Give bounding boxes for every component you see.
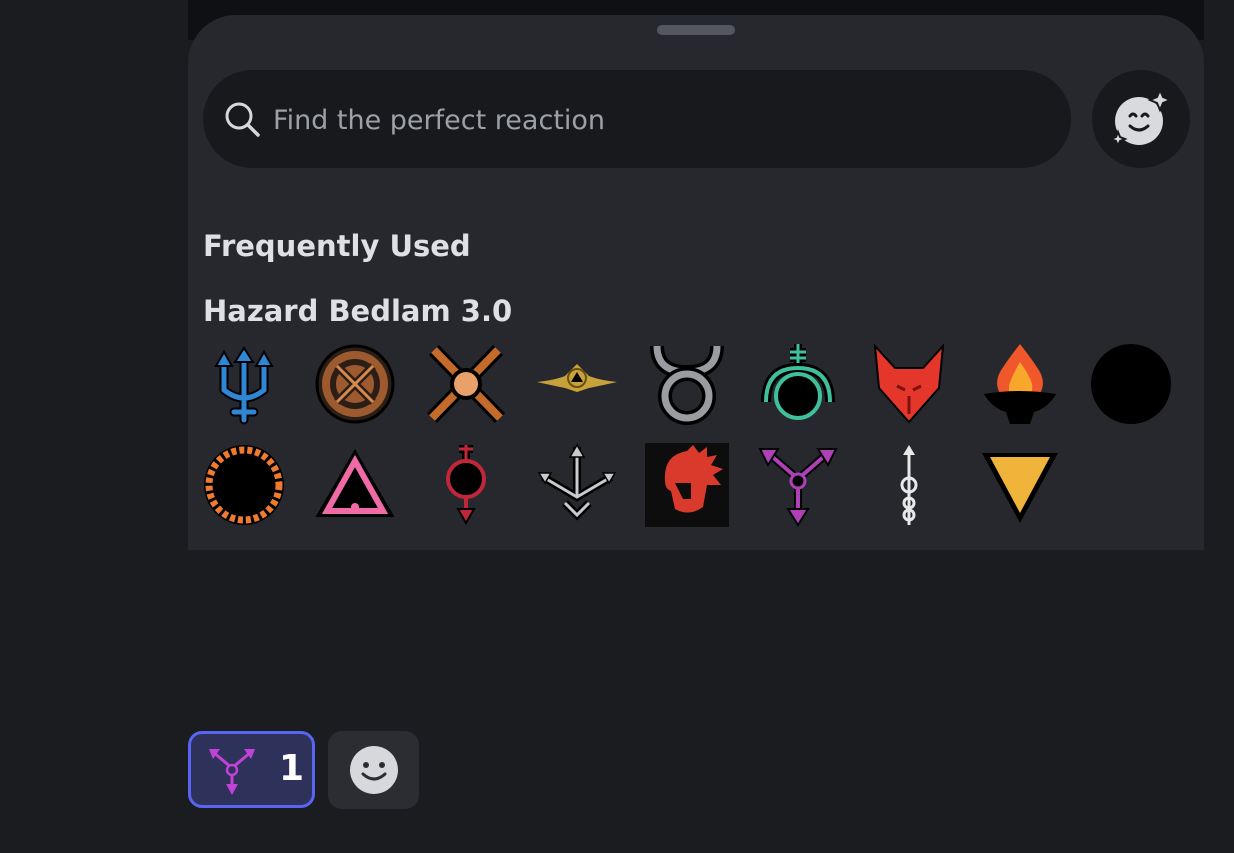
red-fox-icon[interactable] (867, 342, 951, 426)
reaction-count: 1 (279, 748, 305, 789)
search-icon (225, 102, 260, 137)
yellow-triangle-icon[interactable] (978, 443, 1062, 527)
smiley-face-icon (349, 746, 398, 794)
search-bar[interactable] (203, 70, 1071, 170)
crossed-swords-icon[interactable] (424, 342, 508, 426)
sun-gear-icon[interactable] (202, 443, 286, 527)
flame-brazier-icon[interactable] (978, 342, 1062, 426)
caduceus-icon[interactable] (867, 443, 951, 527)
copper-cross-circle-icon[interactable] (313, 342, 397, 426)
crescent-moon-icon[interactable] (1089, 342, 1173, 426)
spartan-helmet-icon[interactable] (645, 443, 729, 527)
red-arrow-orb-icon[interactable] (424, 443, 508, 527)
pink-triangle-icon[interactable] (313, 443, 397, 527)
horned-circle-icon[interactable] (645, 342, 729, 426)
drag-handle[interactable] (657, 25, 735, 35)
emoji-picker-sheet: Frequently Used Hazard Bedlam 3.0 (188, 15, 1204, 550)
blue-trident-icon[interactable] (202, 342, 286, 426)
search-input[interactable] (271, 70, 1035, 170)
silver-arrows-icon[interactable] (535, 443, 619, 527)
sparkle-face-icon (1110, 88, 1172, 149)
purple-three-arrows-icon (209, 749, 255, 795)
winged-emblem-icon[interactable] (535, 342, 619, 426)
add-reaction-button[interactable] (328, 731, 419, 809)
reaction-chip[interactable]: 1 (188, 731, 315, 808)
emoji-suggest-button[interactable] (1092, 70, 1190, 168)
purple-three-arrows-icon[interactable] (756, 443, 840, 527)
teal-orb-icon[interactable] (756, 342, 840, 426)
section-hazard-bedlam: Hazard Bedlam 3.0 (203, 294, 513, 328)
section-frequently-used: Frequently Used (203, 229, 471, 263)
